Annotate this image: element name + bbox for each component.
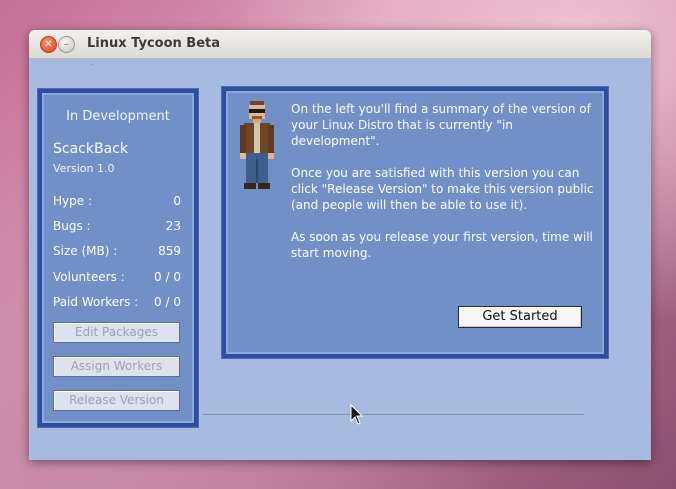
stat-hype: Hype : 0 xyxy=(53,194,181,208)
development-status: In Development xyxy=(66,109,170,124)
intro-paragraph: Once you are satisfied with this version… xyxy=(291,166,594,212)
stat-label: Volunteers : xyxy=(53,270,125,284)
stat-size: Size (MB) : 859 xyxy=(53,244,181,258)
title-bar[interactable]: ✕ – Linux Tycoon Beta xyxy=(29,30,651,59)
close-icon[interactable]: ✕ xyxy=(40,36,57,53)
distro-name: ScackBack xyxy=(53,141,128,157)
edit-packages-button[interactable]: Edit Packages xyxy=(53,322,180,343)
stat-paid-workers: Paid Workers : 0 / 0 xyxy=(53,295,181,309)
window-title: Linux Tycoon Beta xyxy=(87,36,221,51)
stat-value: 0 xyxy=(173,194,181,208)
intro-panel: On the left you'll find a summary of the… xyxy=(222,87,608,358)
stat-bugs: Bugs : 23 xyxy=(53,219,181,233)
release-version-button[interactable]: Release Version xyxy=(53,390,180,411)
assign-workers-button[interactable]: Assign Workers xyxy=(53,356,180,377)
stat-value: 859 xyxy=(158,244,181,258)
stat-volunteers: Volunteers : 0 / 0 xyxy=(53,270,181,284)
horizontal-separator xyxy=(203,414,584,415)
stat-value: 0 / 0 xyxy=(154,270,181,284)
get-started-button[interactable]: Get Started xyxy=(458,306,582,328)
minimize-icon[interactable]: – xyxy=(58,36,75,53)
stat-label: Size (MB) : xyxy=(53,244,118,258)
version-summary-panel: In Development ScackBack Version 1.0 Hyp… xyxy=(38,89,198,427)
stat-value: 0 / 0 xyxy=(154,295,181,309)
stat-label: Bugs : xyxy=(53,219,91,233)
app-window: ✕ – Linux Tycoon Beta In Development Sca… xyxy=(29,30,651,460)
stat-label: Paid Workers : xyxy=(53,295,139,309)
mouse-cursor-icon xyxy=(350,404,364,425)
intro-paragraph: As soon as you release your first versio… xyxy=(291,230,593,260)
stray-pixel xyxy=(92,64,93,65)
intro-paragraph: On the left you'll find a summary of the… xyxy=(291,102,591,148)
stat-value: 23 xyxy=(165,219,181,233)
distro-version: Version 1.0 xyxy=(53,162,115,175)
stat-label: Hype : xyxy=(53,194,92,208)
character-sprite-icon xyxy=(240,101,274,189)
